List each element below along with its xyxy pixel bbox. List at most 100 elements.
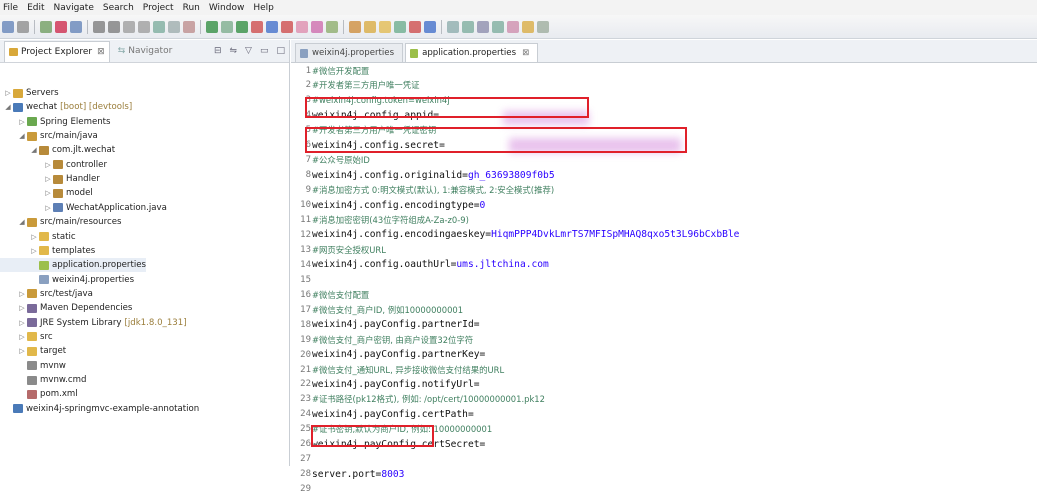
toolbar-tool-icon[interactable] (409, 20, 421, 33)
tree-item[interactable]: ▷ templates (0, 244, 95, 258)
property-key: weixin4j.payConfig.certPath= (312, 408, 474, 420)
expand-toggle-icon[interactable]: ▷ (18, 290, 26, 298)
expand-toggle-icon[interactable]: ▷ (18, 118, 26, 126)
toolbar-tool-icon[interactable] (394, 20, 406, 33)
toolbar-tool-icon[interactable] (266, 20, 278, 33)
toolbar-tool-icon[interactable] (55, 20, 67, 33)
expand-toggle-icon[interactable]: ▷ (30, 247, 38, 255)
menu-window[interactable]: Window (209, 3, 245, 13)
expand-toggle-icon[interactable]: ▷ (18, 333, 26, 341)
tree-item[interactable]: ▷ JRE System Library [jdk1.8.0_131] (0, 316, 186, 330)
expand-toggle-icon[interactable]: ▷ (44, 189, 52, 197)
menu-navigate[interactable]: Navigate (54, 3, 94, 13)
expand-toggle-icon[interactable]: ▷ (4, 89, 12, 97)
expand-toggle-icon[interactable]: ▷ (44, 161, 52, 169)
expand-toggle-icon[interactable]: ▷ (18, 319, 26, 327)
menu-bar: File Edit Navigate Search Project Run Window He… (0, 0, 1037, 15)
tree-item-label: weixin4j-springmvc-example-annotation (26, 403, 200, 414)
toolbar-tool-icon[interactable] (462, 20, 474, 33)
toolbar-tool-icon[interactable] (477, 20, 489, 33)
toolbar-tool-icon[interactable] (311, 20, 323, 33)
expand-toggle-icon[interactable]: ▷ (30, 233, 38, 241)
toolbar-tool-icon[interactable] (296, 20, 308, 33)
tree-item[interactable]: application.properties (0, 258, 146, 273)
toolbar-tool-icon[interactable] (168, 20, 180, 33)
tree-item[interactable]: pom.xml (0, 387, 78, 401)
tree-item[interactable]: ▷ model (0, 186, 92, 200)
collapse-all-icon[interactable]: ⊟ (214, 46, 222, 56)
expand-toggle-icon[interactable]: ▷ (18, 347, 26, 355)
maximize-icon[interactable]: □ (276, 46, 285, 56)
toolbar-tool-icon[interactable] (153, 20, 165, 33)
tree-item[interactable]: mvnw (0, 359, 66, 373)
tree-item[interactable]: ▷ Handler (0, 172, 100, 186)
tree-item[interactable]: ▷ src/test/java (0, 287, 93, 301)
toolbar-tool-icon[interactable] (2, 20, 14, 33)
close-icon[interactable]: ⊠ (522, 48, 529, 58)
menu-run[interactable]: Run (183, 3, 200, 13)
tree-item[interactable]: ▷ Maven Dependencies (0, 301, 132, 315)
toolbar-tool-icon[interactable] (522, 20, 534, 33)
expand-toggle-icon[interactable]: ◢ (18, 132, 26, 140)
toolbar-tool-icon[interactable] (379, 20, 391, 33)
tree-item[interactable]: ▷ Spring Elements (0, 115, 110, 129)
line-number: 21 (300, 364, 311, 375)
toolbar-tool-icon[interactable] (424, 20, 436, 33)
expand-toggle-icon[interactable]: ▷ (18, 304, 26, 312)
tree-item[interactable]: ◢ src/main/resources (0, 215, 121, 229)
expand-toggle-icon[interactable]: ▷ (44, 204, 52, 212)
toolbar-tool-icon[interactable] (221, 20, 233, 33)
editor-tab[interactable]: application.properties ⊠ (405, 43, 539, 62)
tab-project-explorer[interactable]: Project Explorer ⊠ (4, 40, 110, 62)
expand-toggle-icon[interactable]: ◢ (30, 146, 38, 154)
toolbar-tool-icon[interactable] (447, 20, 459, 33)
toolbar-tool-icon[interactable] (326, 20, 338, 33)
tree-item[interactable]: weixin4j.properties (0, 273, 134, 287)
minimize-icon[interactable]: ▭ (260, 46, 269, 56)
toolbar-tool-icon[interactable] (17, 20, 29, 33)
toolbar-tool-icon[interactable] (492, 20, 504, 33)
toolbar-tool-icon[interactable] (206, 20, 218, 33)
toolbar-tool-icon[interactable] (537, 20, 549, 33)
tree-item[interactable]: ▷ target (0, 344, 66, 358)
view-menu-icon[interactable]: ▽ (245, 46, 252, 56)
close-icon[interactable]: ⊠ (97, 47, 105, 57)
link-editor-icon[interactable]: ⇋ (230, 46, 238, 56)
toolbar-tool-icon[interactable] (251, 20, 263, 33)
tree-item[interactable]: ▷ src (0, 330, 52, 344)
toolbar-tool-icon[interactable] (236, 20, 248, 33)
code-line: 22 weixin4j.payConfig.notifyUrl= (291, 377, 479, 392)
toolbar-tool-icon[interactable] (123, 20, 135, 33)
menu-project[interactable]: Project (143, 3, 174, 13)
menu-help[interactable]: Help (253, 3, 274, 13)
toolbar-tool-icon[interactable] (507, 20, 519, 33)
toolbar-tool-icon[interactable] (70, 20, 82, 33)
toolbar-tool-icon[interactable] (281, 20, 293, 33)
toolbar-tool-icon[interactable] (93, 20, 105, 33)
tree-item[interactable]: ▷ Servers (0, 86, 58, 100)
toolbar-tool-icon[interactable] (183, 20, 195, 33)
toolbar-tool-icon[interactable] (108, 20, 120, 33)
tree-item[interactable]: ◢ com.jlt.wechat (0, 143, 115, 157)
expand-toggle-icon[interactable]: ▷ (44, 175, 52, 183)
navigator-icon: ⇆ (117, 46, 126, 56)
toolbar-tool-icon[interactable] (364, 20, 376, 33)
tree-item[interactable]: ◢ wechat [boot] [devtools] (0, 100, 132, 114)
tab-navigator[interactable]: ⇆ Navigator (118, 46, 173, 56)
editor-tab[interactable]: weixin4j.properties (295, 43, 404, 62)
tree-item[interactable]: weixin4j-springmvc-example-annotation (0, 402, 199, 416)
toolbar-tool-icon[interactable] (138, 20, 150, 33)
menu-edit[interactable]: Edit (27, 3, 44, 13)
tree-item[interactable]: ◢ src/main/java (0, 129, 98, 143)
expand-toggle-icon[interactable]: ◢ (18, 218, 26, 226)
expand-toggle-icon[interactable]: ◢ (4, 103, 12, 111)
tree-item[interactable]: ▷ controller (0, 158, 107, 172)
menu-file[interactable]: File (3, 3, 18, 13)
tree-item[interactable]: ▷ static (0, 230, 75, 244)
toolbar-tool-icon[interactable] (40, 20, 52, 33)
tree-item[interactable]: mvnw.cmd (0, 373, 86, 387)
tree-item[interactable]: ▷ WechatApplication.java (0, 201, 167, 215)
menu-search[interactable]: Search (103, 3, 134, 13)
toolbar-tool-icon[interactable] (349, 20, 361, 33)
tree-node-icon (27, 303, 37, 313)
